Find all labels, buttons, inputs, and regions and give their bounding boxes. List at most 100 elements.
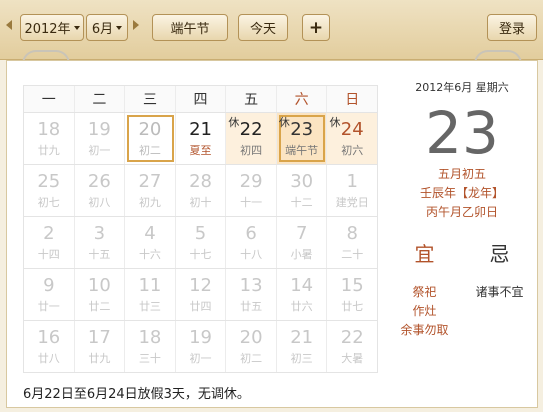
calendar-day-cell[interactable]: 4 十六 <box>125 217 176 268</box>
lunar-day: 廿九 <box>88 351 111 365</box>
holiday-select-label: 端午节 <box>170 22 210 37</box>
calendar-day-cell[interactable]: 25 初七 <box>24 165 75 216</box>
yi-column: 宜 祭祀 作灶 余事勿取 <box>390 238 460 340</box>
lunar-day: 初十 <box>189 195 212 209</box>
day-number: 5 <box>194 222 207 244</box>
day-number: 18 <box>37 118 61 140</box>
calendar-day-cell[interactable]: 28 初十 <box>176 165 227 216</box>
lunar-day: 十六 <box>138 247 161 261</box>
calendar-day-cell[interactable]: 休 24 初六 <box>327 113 378 164</box>
login-button[interactable]: 登录 <box>487 14 537 41</box>
calendar-day-cell[interactable]: 10 廿二 <box>75 269 126 320</box>
calendar-day-cell[interactable]: 29 十一 <box>226 165 277 216</box>
year-ganzhi: 壬辰年【龙年】 <box>419 186 504 200</box>
day-detail: 2012年6月 星期六 23 五月初五 壬辰年【龙年】 丙午月乙卯日 宜 祭祀 … <box>387 79 537 340</box>
day-number: 30 <box>290 170 314 192</box>
calendar-day-cell[interactable]: 21 初三 <box>277 321 328 372</box>
calendar-day-cell[interactable]: 30 十二 <box>277 165 328 216</box>
yi-items: 祭祀 作灶 余事勿取 <box>390 283 460 340</box>
lunar-day: 初九 <box>138 195 161 209</box>
rest-badge: 休 <box>329 116 341 129</box>
holiday-note: 6月22日至6月24日放假3天，无调休。 <box>23 387 250 402</box>
calendar-day-cell[interactable]: 18 三十 <box>125 321 176 372</box>
calendar-day-cell[interactable]: 14 廿六 <box>277 269 328 320</box>
today-button[interactable]: 今天 <box>238 14 288 41</box>
calendar-day-cell[interactable]: 11 廿三 <box>125 269 176 320</box>
lunar-day: 廿六 <box>290 299 313 313</box>
calendar-day-cell[interactable]: 21 夏至 <box>176 113 227 164</box>
day-number: 24 <box>340 118 364 140</box>
calendar-day-cell[interactable]: 17 廿九 <box>75 321 126 372</box>
weekday-header-cell: 六 <box>277 86 328 112</box>
calendar-day-cell[interactable]: 8 二十 <box>327 217 377 268</box>
day-number: 29 <box>239 170 263 192</box>
lunar-day: 初八 <box>88 195 111 209</box>
weeks-container: 18 廿九 19 初一 20 初二 21 夏至休 22 初四休 23 端午节休 24 初六 25 初七 26 初八… <box>23 113 378 373</box>
day-number: 9 <box>43 274 55 296</box>
lunar-day: 小暑 <box>290 247 313 261</box>
month-day-ganzhi: 丙午月乙卯日 <box>425 205 498 219</box>
calendar-day-cell[interactable]: 2 十四 <box>24 217 75 268</box>
calendar-day-cell[interactable]: 1 建党日 <box>327 165 377 216</box>
calendar-day-cell[interactable]: 7 小暑 <box>277 217 328 268</box>
calendar-day-cell[interactable]: 12 廿四 <box>176 269 227 320</box>
calendar-week-row: 16 廿八 17 廿九 18 三十 19 初一 20 初二 21 初三 22 大暑 <box>23 321 378 373</box>
lunar-day: 初七 <box>37 195 60 209</box>
day-number: 22 <box>340 326 364 348</box>
calendar-week-row: 25 初七 26 初八 27 初九 28 初十 29 十一 30 十二 1 建党日 <box>23 165 378 217</box>
day-number: 14 <box>290 274 314 296</box>
calendar-day-cell[interactable]: 5 十七 <box>176 217 227 268</box>
lunar-day: 初一 <box>189 351 212 365</box>
calendar-day-cell[interactable]: 19 初一 <box>75 113 126 164</box>
day-number: 15 <box>340 274 364 296</box>
weekday-header: 一二三四五六 日 <box>23 85 378 113</box>
prev-arrow-icon[interactable] <box>6 20 12 30</box>
today-button-label: 今天 <box>249 22 276 37</box>
calendar-day-cell[interactable]: 20 初二 <box>125 113 176 164</box>
chevron-down-icon <box>73 25 80 30</box>
calendar-day-cell[interactable]: 26 初八 <box>75 165 126 216</box>
calendar-day-cell[interactable]: 9 廿一 <box>24 269 75 320</box>
holiday-select[interactable]: 端午节 <box>152 14 228 41</box>
calendar-week-row: 18 廿九 19 初一 20 初二 21 夏至休 22 初四休 23 端午节休 24 初六 <box>23 113 378 165</box>
toolbar: 2012年 6月 端午节 今天 + 登录 <box>0 0 543 64</box>
calendar-day-cell[interactable]: 16 廿八 <box>24 321 75 372</box>
day-number: 10 <box>87 274 111 296</box>
detail-big-day: 23 <box>425 99 499 167</box>
yi-ji-section: 宜 祭祀 作灶 余事勿取 忌 诸事不宜 <box>387 238 537 340</box>
lunar-day: 廿四 <box>189 299 212 313</box>
lunar-day: 廿九 <box>37 143 60 157</box>
lunar-day: 廿一 <box>37 299 60 313</box>
yi-title: 宜 <box>414 242 435 266</box>
month-select[interactable]: 6月 <box>86 14 128 41</box>
chevron-down-icon <box>116 25 123 30</box>
calendar-day-cell[interactable]: 13 廿五 <box>226 269 277 320</box>
day-number: 16 <box>37 326 61 348</box>
lunar-day: 端午节 <box>285 143 319 157</box>
lunar-day: 廿三 <box>138 299 161 313</box>
lunar-day: 十一 <box>240 195 263 209</box>
rest-badge: 休 <box>228 116 240 129</box>
calendar-day-cell[interactable]: 休 23 端午节 <box>276 113 328 164</box>
calendar-day-cell[interactable]: 27 初九 <box>125 165 176 216</box>
day-number: 3 <box>93 222 106 244</box>
add-button[interactable]: + <box>302 14 330 41</box>
next-arrow-icon[interactable] <box>133 20 139 30</box>
ji-title: 忌 <box>489 242 510 266</box>
detail-date-line: 2012年6月 星期六 <box>415 81 509 94</box>
weekday-header-cell: 五 <box>226 86 277 112</box>
calendar-day-cell[interactable]: 休 22 初四 <box>226 113 277 164</box>
day-number: 17 <box>87 326 111 348</box>
calendar-day-cell[interactable]: 18 廿九 <box>24 113 75 164</box>
day-number: 19 <box>87 118 111 140</box>
calendar-day-cell[interactable]: 6 十八 <box>226 217 277 268</box>
calendar-day-cell[interactable]: 15 廿七 <box>327 269 377 320</box>
yi-item: 祭祀 <box>412 285 437 299</box>
calendar-day-cell[interactable]: 22 大暑 <box>327 321 377 372</box>
calendar-day-cell[interactable]: 19 初一 <box>176 321 227 372</box>
calendar-day-cell[interactable]: 20 初二 <box>226 321 277 372</box>
day-number: 13 <box>239 274 263 296</box>
login-button-label: 登录 <box>498 22 525 37</box>
year-select[interactable]: 2012年 <box>20 14 84 41</box>
calendar-day-cell[interactable]: 3 十五 <box>75 217 126 268</box>
